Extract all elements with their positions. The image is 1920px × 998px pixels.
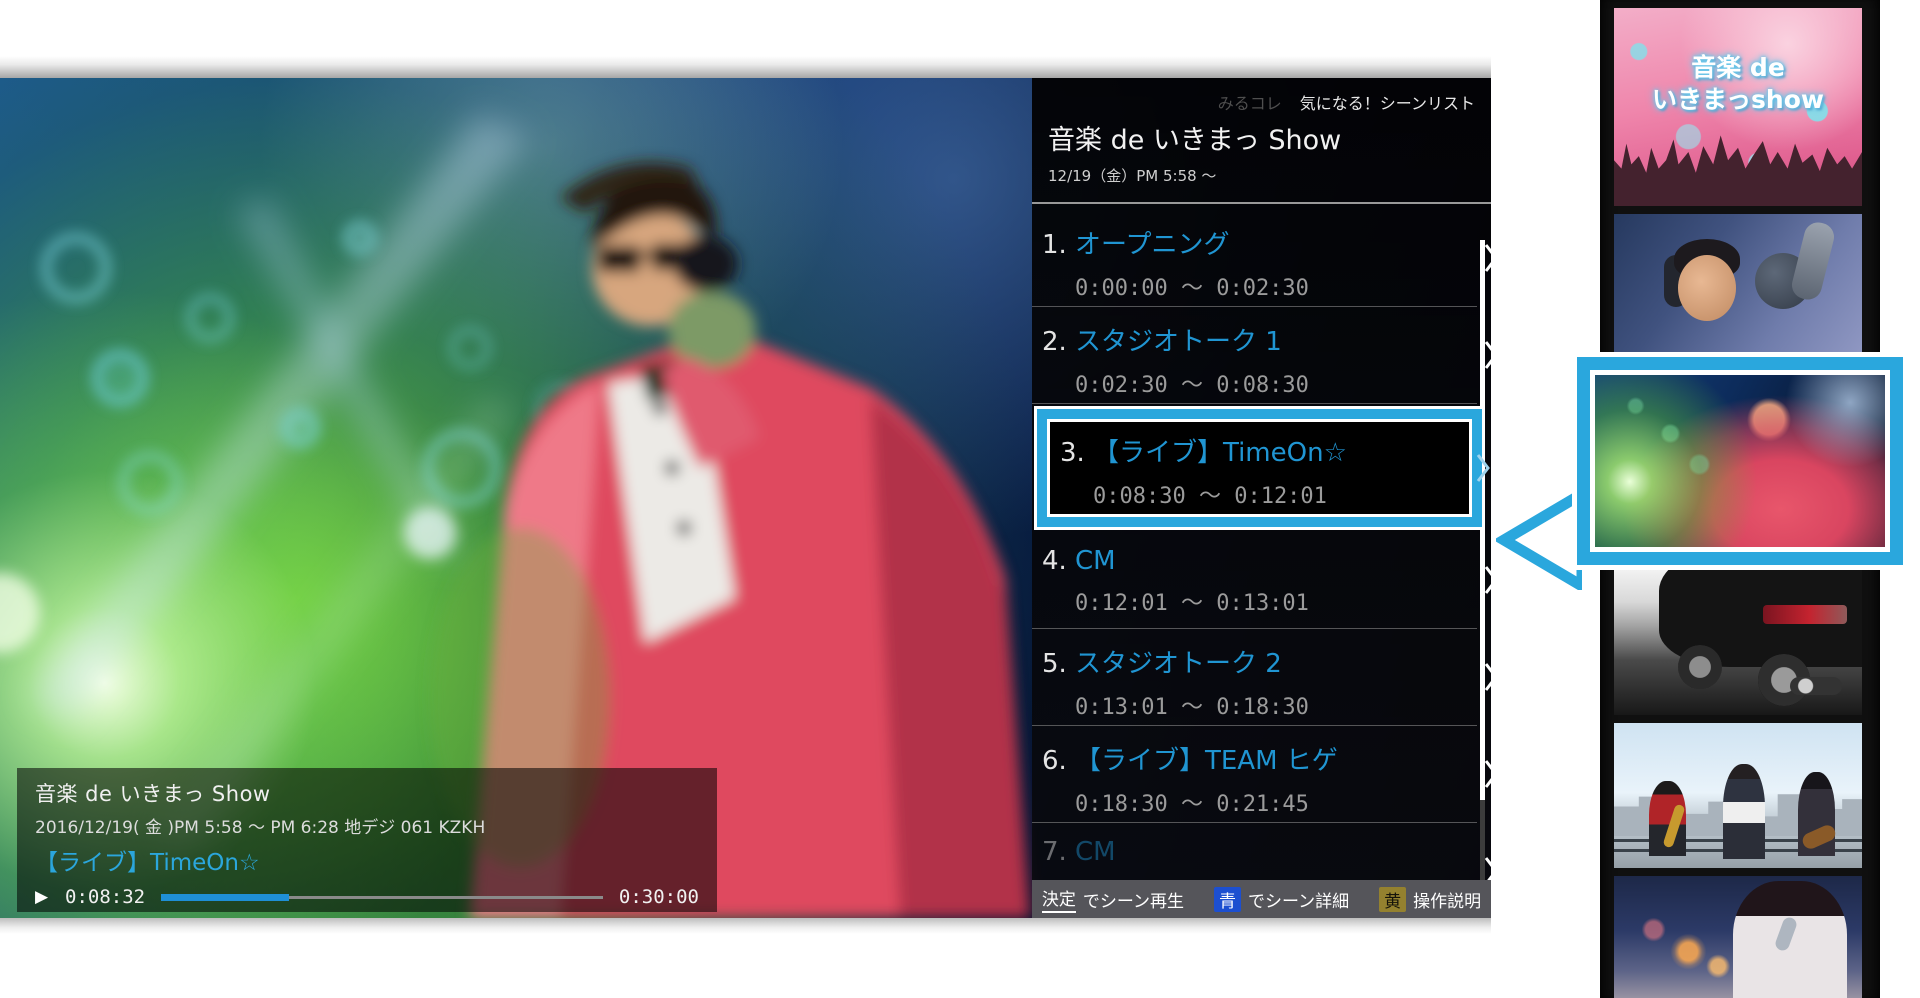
scene-title: 【ライブ】TEAM ヒゲ xyxy=(1075,746,1338,776)
hint-label: 操作説明 xyxy=(1413,887,1481,912)
selected-thumbnail-callout[interactable] xyxy=(1572,352,1908,570)
scene-number: 3. xyxy=(1060,438,1093,468)
scene-list-item-3-selected[interactable]: 3.【ライブ】TimeOn☆ 0:08:30 ～ 0:12:01 xyxy=(1050,422,1469,514)
enter-key-label: 決定 xyxy=(1042,885,1076,913)
thumbnail-studio-recording[interactable] xyxy=(1614,214,1862,352)
scene-time-range: 0:18:30 ～ 0:21:45 xyxy=(1075,786,1437,818)
tv-frame-bottom-edge xyxy=(0,918,1491,934)
thumbnail-caption: 音楽 de いきまっshow xyxy=(1614,52,1862,117)
hint-label: でシーン再生 xyxy=(1083,887,1184,912)
scene-list-item-6[interactable]: 6.【ライブ】TEAM ヒゲ 0:18:30 ～ 0:21:45 xyxy=(1032,726,1477,823)
scene-list-item-1[interactable]: 1.オープニング 0:00:00 ～ 0:02:30 xyxy=(1032,210,1477,307)
thumbnail-title-card[interactable]: 音楽 de いきまっshow xyxy=(1614,8,1862,206)
callout-tail xyxy=(1496,490,1582,590)
hint-label: でシーン詳細 xyxy=(1248,887,1349,912)
blue-key-badge: 青 xyxy=(1214,887,1241,912)
progress-fill xyxy=(161,894,289,901)
scene-list-scrollbar[interactable] xyxy=(1480,240,1485,880)
scene-time-range: 0:02:30 ～ 0:08:30 xyxy=(1075,367,1437,399)
chevron-right-icon xyxy=(1475,453,1491,483)
hint-help: 黄 操作説明 xyxy=(1379,887,1481,912)
scene-title: オープニング xyxy=(1075,230,1229,260)
tv-screen: 音楽 de いきまっ Show 2016/12/19( 金 )PM 5:58 ～… xyxy=(0,78,1491,918)
scene-number: 1. xyxy=(1042,230,1075,260)
scene-title: 【ライブ】TimeOn☆ xyxy=(1093,438,1347,468)
panel-title: 気になる！シーンリスト xyxy=(1300,94,1475,113)
scrollbar-thumb[interactable] xyxy=(1480,240,1485,800)
thumbnail-rooftop-band[interactable] xyxy=(1614,723,1862,868)
scene-list-item-5[interactable]: 5.スタジオトーク 2 0:13:01 ～ 0:18:30 xyxy=(1032,629,1477,726)
scene-list-item-4[interactable]: 4.CM 0:12:01 ～ 0:13:01 xyxy=(1032,532,1477,629)
play-icon: ▶ xyxy=(35,887,65,907)
player-current-scene: 【ライブ】TimeOn☆ xyxy=(35,843,699,877)
hint-play-scene: 決定 でシーン再生 xyxy=(1042,885,1184,913)
scene-number: 5. xyxy=(1042,649,1075,679)
scene-list-item-7[interactable]: 7.CM 0:21:45 ～ 0:22:45 xyxy=(1032,823,1477,880)
player-progress-row: ▶ 0:08:32 0:30:00 xyxy=(35,886,699,908)
scene-number: 4. xyxy=(1042,546,1075,576)
total-time: 0:30:00 xyxy=(619,886,699,908)
hint-scene-detail: 青 でシーン詳細 xyxy=(1214,887,1349,912)
tv-frame-top-edge xyxy=(0,56,1491,78)
scene-number: 7. xyxy=(1042,837,1075,867)
scene-time-range: 0:12:01 ～ 0:13:01 xyxy=(1075,585,1437,617)
scene-number: 2. xyxy=(1042,327,1075,357)
scene-time-range: 0:00:00 ～ 0:02:30 xyxy=(1075,270,1437,302)
remote-hint-bar: 決定 でシーン再生 青 でシーン詳細 黄 操作説明 xyxy=(1032,880,1491,918)
scene-list-item-2[interactable]: 2.スタジオトーク 1 0:02:30 ～ 0:08:30 xyxy=(1032,307,1477,404)
scene-time-range: 0:08:30 ～ 0:12:01 xyxy=(1093,478,1449,510)
scene-list: 1.オープニング 0:00:00 ～ 0:02:30 2.スタジオトーク 1 0… xyxy=(1032,210,1491,880)
current-time: 0:08:32 xyxy=(65,886,145,908)
scene-title: スタジオトーク 2 xyxy=(1075,649,1282,679)
player-info-overlay: 音楽 de いきまっ Show 2016/12/19( 金 )PM 5:58 ～… xyxy=(17,768,717,912)
scene-title: CM xyxy=(1075,837,1116,867)
thumbnail-live-timeon-selected xyxy=(1595,375,1885,547)
progress-bar xyxy=(161,893,603,902)
yellow-key-badge: 黄 xyxy=(1379,887,1406,912)
scene-title: スタジオトーク 1 xyxy=(1075,327,1282,357)
player-broadcast-meta: 2016/12/19( 金 )PM 5:58 ～ PM 6:28 地デジ 061… xyxy=(35,813,699,838)
player-program-title: 音楽 de いきまっ Show xyxy=(35,778,699,808)
program-datetime: 12/19（金）PM 5:58 ～ xyxy=(1048,165,1475,186)
thumbnail-live-singer[interactable] xyxy=(1614,876,1862,998)
thumbnail-cm-car[interactable] xyxy=(1614,570,1862,715)
scene-title: CM xyxy=(1075,546,1116,576)
scene-time-range: 0:13:01 ～ 0:18:30 xyxy=(1075,689,1437,721)
panel-header: みるコレ気になる！シーンリスト xyxy=(1218,90,1475,114)
program-title: 音楽 de いきまっ Show xyxy=(1048,118,1475,157)
scene-list-panel: みるコレ気になる！シーンリスト 音楽 de いきまっ Show 12/19（金）… xyxy=(1032,78,1491,918)
selection-highlight-border xyxy=(1577,357,1903,565)
mirucolle-brand: みるコレ xyxy=(1218,94,1282,113)
scene-number: 6. xyxy=(1042,746,1075,776)
